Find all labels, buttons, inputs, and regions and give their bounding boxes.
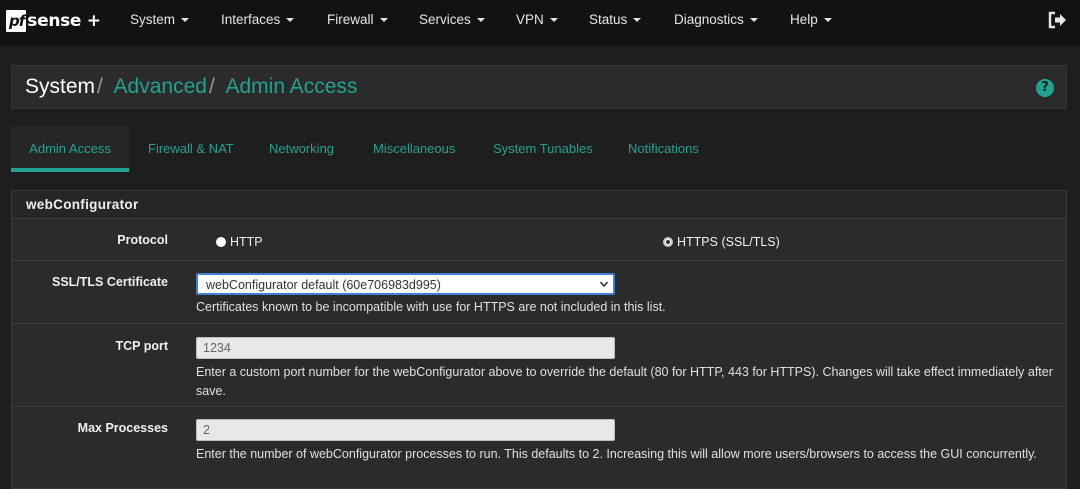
tab-admin-access[interactable]: Admin Access <box>11 126 129 172</box>
top-navbar: pf sense + System Interfaces Firewall Se… <box>0 0 1080 46</box>
nav-firewall[interactable]: Firewall <box>327 12 388 27</box>
nav-vpn[interactable]: VPN <box>516 12 558 27</box>
nav-services[interactable]: Services <box>419 12 485 27</box>
logo-pf: pf <box>6 10 27 32</box>
https-label: HTTPS (SSL/TLS) <box>677 235 780 249</box>
nav-interfaces-label: Interfaces <box>221 12 281 27</box>
nav-help-label: Help <box>790 12 818 27</box>
nav-help[interactable]: Help <box>790 12 832 27</box>
help-icon[interactable]: ? <box>1036 79 1054 97</box>
nav-diagnostics[interactable]: Diagnostics <box>674 12 758 27</box>
radio-checked-icon <box>663 237 673 247</box>
max-processes-placeholder: 2 <box>203 423 210 437</box>
nav-system[interactable]: System <box>130 12 190 27</box>
tcp-port-row: TCP port 1234 Enter a custom port number… <box>12 325 1066 407</box>
logout-icon[interactable] <box>1048 11 1070 31</box>
tab-system-tunables[interactable]: System Tunables <box>493 126 593 172</box>
caret-down-icon <box>379 18 388 22</box>
breadcrumb-separator: / <box>97 75 103 98</box>
breadcrumb-separator: / <box>208 75 215 98</box>
tab-miscellaneous[interactable]: Miscellaneous <box>373 126 455 172</box>
tcp-port-label: TCP port <box>115 339 168 353</box>
caret-down-icon <box>476 18 485 22</box>
breadcrumb-bar: System/ Advanced/ Admin Access ? <box>11 65 1067 109</box>
pfsense-logo[interactable]: pf sense + <box>6 9 101 33</box>
certificate-select[interactable]: webConfigurator default (60e706983d995) <box>196 273 615 295</box>
max-processes-input[interactable]: 2 <box>196 419 615 441</box>
breadcrumb-advanced[interactable]: Advanced <box>114 75 207 98</box>
caret-down-icon <box>823 18 832 22</box>
panel-title: webConfigurator <box>26 197 139 212</box>
nav-status[interactable]: Status <box>589 12 642 27</box>
tcp-port-input[interactable]: 1234 <box>196 337 615 359</box>
http-label: HTTP <box>230 235 263 249</box>
panel-heading: webConfigurator <box>12 191 1066 219</box>
nav-diagnostics-label: Diagnostics <box>674 12 744 27</box>
caret-down-icon <box>633 18 642 22</box>
logo-sense-plus: sense + <box>27 11 101 31</box>
tab-networking[interactable]: Networking <box>269 126 334 172</box>
certificate-selected-value: webConfigurator default (60e706983d995) <box>206 278 441 292</box>
certificate-help: Certificates known to be incompatible wi… <box>196 300 666 314</box>
protocol-https-radio[interactable]: HTTPS (SSL/TLS) <box>663 235 780 249</box>
nav-status-label: Status <box>589 12 628 27</box>
chevron-down-icon <box>600 281 608 288</box>
caret-down-icon <box>286 18 295 22</box>
radio-unchecked-icon <box>216 237 226 247</box>
certificate-row: SSL/TLS Certificate webConfigurator defa… <box>12 262 1066 324</box>
webconfigurator-panel: webConfigurator Protocol HTTP HTTPS (SSL… <box>11 190 1067 489</box>
max-processes-help: Enter the number of webConfigurator proc… <box>196 447 1037 461</box>
protocol-label: Protocol <box>117 233 168 247</box>
tab-firewall-nat[interactable]: Firewall & NAT <box>148 126 234 172</box>
nav-interfaces[interactable]: Interfaces <box>221 12 295 27</box>
breadcrumb-admin-access[interactable]: Admin Access <box>225 75 357 98</box>
max-processes-row: Max Processes 2 Enter the number of webC… <box>12 408 1066 489</box>
nav-system-label: System <box>130 12 176 27</box>
nav-firewall-label: Firewall <box>327 12 374 27</box>
protocol-row: Protocol HTTP HTTPS (SSL/TLS) <box>12 220 1066 261</box>
breadcrumb-system: System <box>25 75 96 98</box>
caret-down-icon <box>549 18 558 22</box>
tcp-port-help: Enter a custom port number for the webCo… <box>196 365 1053 398</box>
nav-vpn-label: VPN <box>516 12 544 27</box>
protocol-http-radio[interactable]: HTTP <box>216 235 263 249</box>
tab-notifications[interactable]: Notifications <box>628 126 699 172</box>
certificate-label: SSL/TLS Certificate <box>52 275 168 289</box>
caret-down-icon <box>181 18 190 22</box>
tcp-port-placeholder: 1234 <box>203 341 231 355</box>
nav-services-label: Services <box>419 12 471 27</box>
breadcrumb: System/ Advanced/ Admin Access <box>25 75 357 99</box>
max-processes-label: Max Processes <box>77 421 168 435</box>
caret-down-icon <box>749 18 758 22</box>
